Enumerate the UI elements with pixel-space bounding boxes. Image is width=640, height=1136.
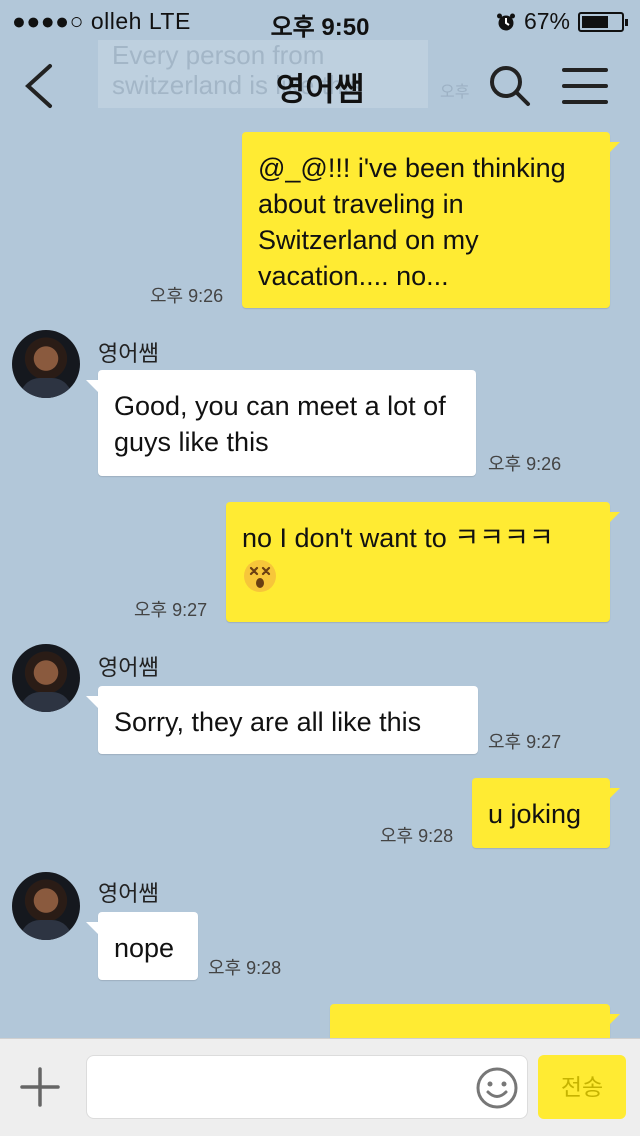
message-text: Sorry, they are all like this	[114, 707, 422, 737]
chat-navbar: Every person from switzerland is like th…	[0, 40, 640, 130]
hamburger-menu-icon	[562, 68, 608, 104]
message-bubble-sent[interactable]: no I don't want to ㅋㅋㅋㅋ	[226, 502, 620, 622]
message-bubble-received[interactable]: nope	[86, 912, 198, 980]
message-text: nope	[114, 933, 175, 963]
message-text: @_@!!! i've been thinking about travelin…	[258, 153, 566, 291]
battery-percent: 67%	[523, 8, 570, 34]
sender-name: 영어쌤	[98, 881, 159, 906]
message-bubble-received[interactable]: Sorry, they are all like this	[86, 686, 478, 754]
message-bubble-received[interactable]: Good, you can meet a lot of guys like th…	[86, 370, 476, 476]
status-bar: ●●●●○ olleh LTE 오후 9:50 67%	[0, 0, 640, 41]
message-time: 오후 9:26	[488, 454, 562, 474]
message-input-bar: 전송	[0, 1038, 640, 1136]
alarm-clock-icon	[496, 13, 515, 30]
message-time: 오후 9:27	[488, 732, 562, 752]
emoticon-button[interactable]	[474, 1065, 520, 1111]
chat-title: 영어쌤	[275, 71, 365, 107]
dizzy-face-emoji	[244, 559, 276, 592]
message-text: no I don't want to ㅋㅋㅋㅋ	[242, 523, 554, 553]
battery-icon	[578, 11, 628, 32]
smiley-icon	[476, 1067, 518, 1109]
search-button[interactable]	[482, 58, 538, 114]
avatar[interactable]	[12, 872, 80, 940]
send-button[interactable]: 전송	[538, 1055, 626, 1119]
message-bubble-sent[interactable]: u joking	[472, 778, 620, 848]
avatar[interactable]	[12, 330, 80, 398]
message-time: 오후 9:28	[208, 958, 282, 978]
message-time: 오후 9:27	[134, 600, 208, 620]
attach-button[interactable]	[18, 1065, 62, 1109]
search-icon	[490, 66, 530, 106]
sender-name: 영어쌤	[98, 341, 159, 366]
avatar[interactable]	[12, 644, 80, 712]
message-time: 오후 9:26	[150, 286, 224, 306]
plus-icon	[20, 1067, 60, 1107]
sender-name: 영어쌤	[98, 655, 159, 680]
status-right: 67%	[496, 8, 628, 35]
message-bubble-sent[interactable]: @_@!!! i've been thinking about travelin…	[242, 132, 620, 308]
message-time: 오후 9:28	[380, 826, 454, 846]
message-input[interactable]	[86, 1055, 528, 1119]
message-text: Good, you can meet a lot of guys like th…	[114, 391, 446, 457]
message-text: u joking	[488, 799, 582, 829]
menu-button[interactable]	[558, 58, 614, 114]
